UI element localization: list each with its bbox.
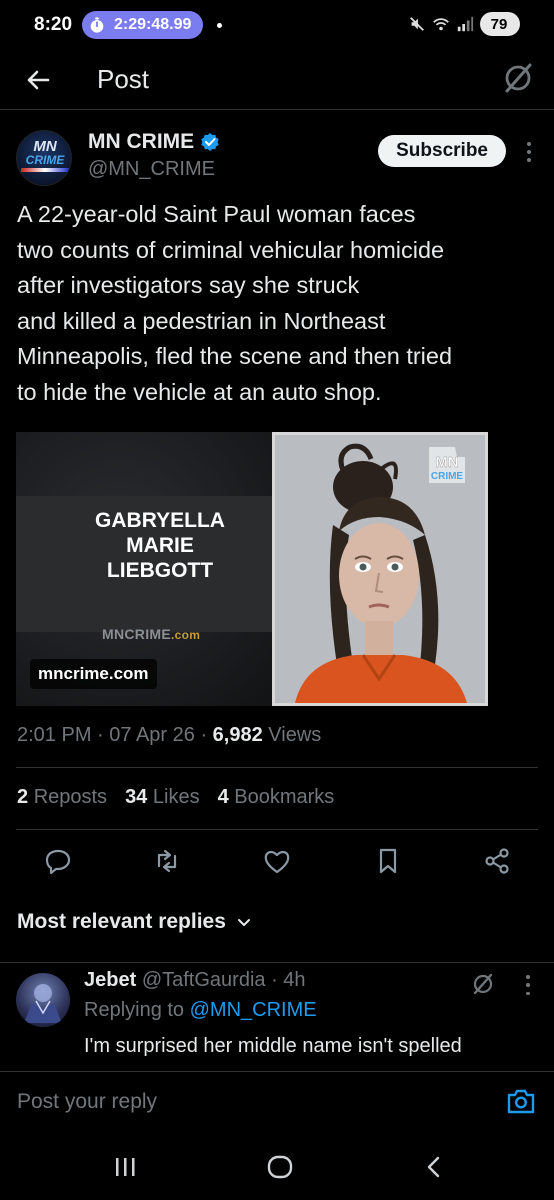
reply-author-handle[interactable]: @TaftGaurdia — [142, 969, 266, 991]
reposts-stat[interactable]: 2 Reposts — [17, 786, 107, 809]
reply-icon[interactable] — [43, 846, 73, 876]
replying-prefix: Replying to — [84, 999, 185, 1021]
grok-icon[interactable] — [500, 60, 536, 96]
media-name-text: GABRYELLA MARIE LIEBGOTT — [16, 508, 304, 583]
status-clock: 8:20 — [34, 14, 73, 35]
page-title: Post — [97, 64, 150, 94]
app-header: Post — [0, 50, 554, 110]
reply-author-name[interactable]: Jebet — [84, 969, 136, 991]
signal-icon — [457, 16, 474, 32]
wifi-icon — [433, 18, 449, 31]
reply-header: Jebet @TaftGaurdia · 4h — [84, 969, 306, 991]
likes-count: 34 — [125, 786, 148, 808]
mncrime-logo-icon: MN CRIME — [429, 447, 465, 483]
watermark-text: MNCRIME — [102, 626, 171, 642]
chevron-down-icon — [237, 919, 250, 926]
divider — [16, 829, 538, 830]
reply-avatar-art — [24, 984, 62, 1023]
views-count: 6,982 — [212, 724, 263, 746]
camera-icon[interactable] — [506, 1087, 536, 1115]
likes-label: Likes — [152, 786, 200, 808]
bookmark-icon[interactable] — [373, 846, 403, 876]
replying-to-handle[interactable]: @MN_CRIME — [190, 999, 317, 1021]
author-handle[interactable]: @MN_CRIME — [88, 158, 215, 181]
grok-icon[interactable] — [470, 971, 496, 997]
avatar-flag-stripe — [21, 168, 69, 172]
home-icon[interactable] — [266, 1155, 294, 1179]
post-text: A 22-year-old Saint Paul woman faces two… — [17, 201, 453, 405]
reply-input[interactable] — [17, 1090, 437, 1114]
timer-pill[interactable]: 2:29:48.99 — [82, 11, 204, 39]
post-author: MN CRIME MN CRIME @MN_CRIME Subscribe — [16, 126, 538, 186]
media-name-line: LIEBGOTT — [106, 559, 214, 582]
subscribe-button[interactable]: Subscribe — [378, 135, 506, 167]
repost-icon[interactable] — [152, 846, 182, 876]
battery-indicator: 79 — [480, 12, 520, 36]
reply-age: 4h — [283, 969, 306, 991]
heart-icon[interactable] — [262, 846, 292, 876]
share-icon[interactable] — [482, 846, 512, 876]
avatar-logo-crime: CRIME — [25, 153, 65, 167]
reposts-label: Reposts — [33, 786, 108, 808]
timer-text: 2:29:48.99 — [114, 16, 192, 33]
bookmarks-label: Bookmarks — [234, 786, 335, 808]
author-name[interactable]: MN CRIME — [88, 130, 194, 154]
post-meta: 2:01 PM · 07 Apr 26 · 6,982 Views — [17, 724, 322, 746]
mugshot-photo: MN CRIME — [272, 432, 488, 706]
recent-apps-icon[interactable] — [111, 1155, 139, 1179]
bookmarks-stat[interactable]: 4 Bookmarks — [218, 786, 335, 809]
post-time: 2:01 PM — [17, 724, 92, 746]
post-stats: 2 Reposts 34 Likes 4 Bookmarks — [17, 786, 334, 809]
replies-sort-label: Most relevant replies — [17, 910, 226, 933]
post-media[interactable]: GABRYELLA MARIE LIEBGOTT MNCRIME.com mnc… — [16, 432, 488, 706]
media-watermark: MNCRIME.com — [102, 626, 200, 642]
likes-stat[interactable]: 34 Likes — [125, 786, 200, 809]
more-options-icon[interactable] — [524, 140, 534, 164]
reply-composer — [0, 1071, 554, 1131]
post-actions — [0, 842, 554, 882]
verified-badge-icon — [201, 133, 219, 151]
notification-dot — [217, 22, 223, 28]
reply-avatar[interactable] — [16, 973, 70, 1027]
post-date: 07 Apr 26 — [109, 724, 195, 746]
watermark-suffix: .com — [170, 628, 201, 642]
stopwatch-icon — [90, 17, 104, 33]
replying-to: Replying to @MN_CRIME — [84, 999, 317, 1022]
mute-icon — [410, 17, 424, 31]
avatar-logo-mn: MN — [33, 138, 57, 155]
system-nav-bar — [0, 1131, 554, 1200]
status-icons: 79 — [408, 12, 520, 36]
reply-text: I'm surprised her middle name isn't spel… — [84, 1035, 462, 1057]
mug-logo-crime: CRIME — [431, 471, 464, 482]
reposts-count: 2 — [17, 786, 29, 808]
mug-logo-mn: MN — [435, 454, 458, 471]
media-url-chip[interactable]: mncrime.com — [30, 659, 157, 689]
views-label: Views — [268, 724, 322, 746]
back-nav-icon[interactable] — [420, 1155, 448, 1179]
divider — [16, 767, 538, 768]
reply-item[interactable]: Jebet @TaftGaurdia · 4h Replying to @MN_… — [0, 962, 554, 1070]
author-avatar[interactable]: MN CRIME — [16, 130, 72, 186]
media-name-line: MARIE — [126, 534, 194, 557]
media-name-line: GABRYELLA — [95, 509, 225, 532]
reply-more-icon[interactable] — [524, 975, 532, 995]
arrow-left-icon[interactable] — [22, 64, 54, 96]
bookmarks-count: 4 — [217, 786, 229, 808]
replies-sort-dropdown[interactable]: Most relevant replies — [17, 910, 252, 934]
author-name-row[interactable]: MN CRIME — [88, 130, 220, 154]
status-bar: 8:20 2:29:48.99 79 — [0, 0, 554, 50]
